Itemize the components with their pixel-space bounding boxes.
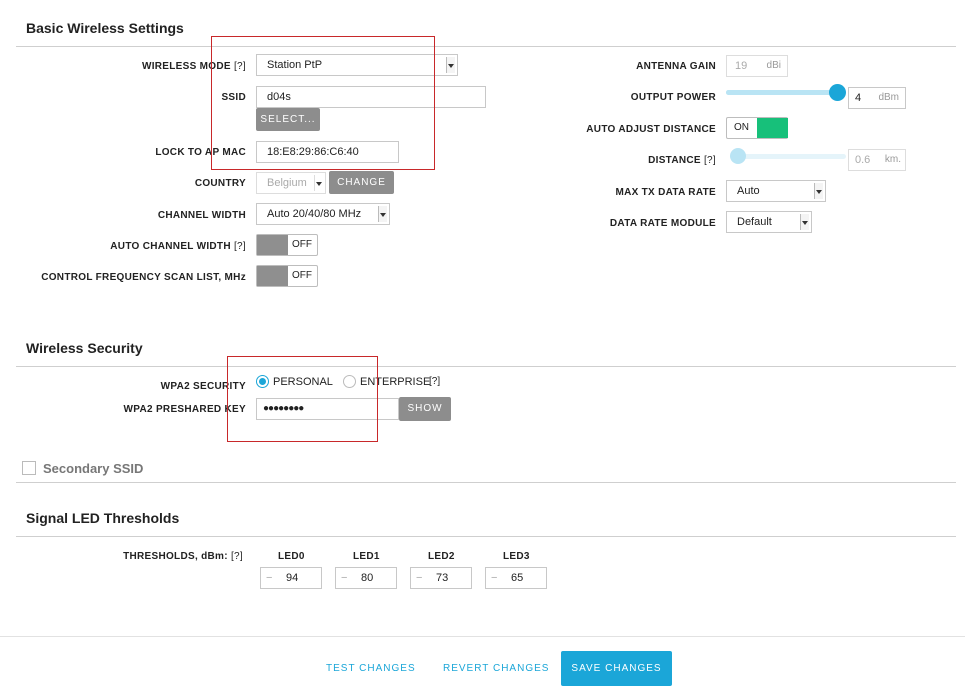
led2-input[interactable]: − 73 xyxy=(410,567,472,589)
save-changes-button[interactable]: SAVE CHANGES xyxy=(561,651,672,686)
output-power-slider-track[interactable] xyxy=(726,90,838,95)
toggle-knob xyxy=(257,235,288,255)
scan-list-label: CONTROL FREQUENCY SCAN LIST, MHz xyxy=(41,272,246,283)
led2-label: LED2 xyxy=(428,551,455,562)
minus-prefix: − xyxy=(341,572,348,584)
auto-adjust-distance-toggle[interactable]: ON xyxy=(726,117,788,139)
max-tx-rate-label: MAX TX DATA RATE xyxy=(615,187,716,198)
led0-value: 94 xyxy=(286,572,299,584)
data-rate-module-label: DATA RATE MODULE xyxy=(609,218,716,229)
chevron-down-icon xyxy=(446,57,455,73)
distance-input[interactable]: 0.6 km. xyxy=(848,149,906,171)
output-power-unit: dBm xyxy=(878,92,899,103)
help-link[interactable]: [?] xyxy=(231,551,243,562)
footer-divider xyxy=(0,636,965,637)
help-link[interactable]: [?] xyxy=(704,155,716,166)
antenna-gain-value: 19 xyxy=(735,60,748,72)
toggle-knob xyxy=(257,266,288,286)
antenna-gain-input[interactable]: 19 dBi xyxy=(726,55,788,77)
led3-input[interactable]: − 65 xyxy=(485,567,547,589)
led2-value: 73 xyxy=(436,572,449,584)
secondary-ssid-title[interactable]: Secondary SSID xyxy=(43,461,143,476)
revert-changes-button[interactable]: REVERT CHANGES xyxy=(443,663,549,674)
antenna-gain-label: ANTENNA GAIN xyxy=(636,61,716,72)
channel-width-value: Auto 20/40/80 MHz xyxy=(267,208,362,220)
data-rate-module-value: Default xyxy=(737,216,772,228)
output-power-slider-handle[interactable] xyxy=(828,84,846,101)
auto-channel-width-toggle[interactable]: OFF xyxy=(256,234,318,256)
distance-label: DISTANCE [?] xyxy=(648,155,716,166)
toggle-state: OFF xyxy=(292,270,312,281)
annotation-box xyxy=(227,356,378,442)
change-country-button[interactable]: CHANGE xyxy=(329,171,394,194)
minus-prefix: − xyxy=(491,572,498,584)
chevron-down-icon xyxy=(814,183,823,199)
minus-prefix: − xyxy=(266,572,273,584)
led3-value: 65 xyxy=(511,572,524,584)
annotation-box xyxy=(211,36,435,170)
led1-label: LED1 xyxy=(353,551,380,562)
secondary-ssid-checkbox[interactable] xyxy=(22,461,36,475)
help-link[interactable]: [?] xyxy=(234,241,246,252)
distance-unit: km. xyxy=(884,154,901,165)
channel-width-label: CHANNEL WIDTH xyxy=(157,210,246,221)
scan-list-toggle[interactable]: OFF xyxy=(256,265,318,287)
led0-input[interactable]: − 94 xyxy=(260,567,322,589)
chevron-down-icon xyxy=(800,214,809,230)
max-tx-rate-select[interactable]: Auto xyxy=(726,180,826,202)
led0-label: LED0 xyxy=(278,551,305,562)
auto-adjust-distance-label: AUTO ADJUST DISTANCE xyxy=(586,124,716,135)
divider xyxy=(16,46,956,47)
led1-input[interactable]: − 80 xyxy=(335,567,397,589)
chevron-down-icon xyxy=(314,175,323,191)
toggle-state: ON xyxy=(734,122,749,133)
minus-prefix: − xyxy=(416,572,423,584)
toggle-knob xyxy=(757,118,788,138)
country-label: COUNTRY xyxy=(194,178,246,189)
distance-slider-handle[interactable] xyxy=(730,148,746,164)
output-power-slider-fill xyxy=(726,90,838,95)
divider xyxy=(16,366,956,367)
chevron-down-icon xyxy=(378,206,387,222)
data-rate-module-select[interactable]: Default xyxy=(726,211,812,233)
output-power-value: 4 xyxy=(855,92,862,104)
basic-settings-title: Basic Wireless Settings xyxy=(26,20,184,36)
divider xyxy=(16,482,956,483)
thresholds-label: THRESHOLDS, dBm: [?] xyxy=(123,551,243,562)
show-key-button[interactable]: SHOW xyxy=(399,397,451,421)
led3-label: LED3 xyxy=(503,551,530,562)
distance-value: 0.6 xyxy=(855,154,871,166)
help-link[interactable]: [?] xyxy=(429,376,440,387)
channel-width-select[interactable]: Auto 20/40/80 MHz xyxy=(256,203,390,225)
max-tx-rate-value: Auto xyxy=(737,185,760,197)
output-power-input[interactable]: 4 dBm xyxy=(848,87,906,109)
country-select[interactable]: Belgium xyxy=(256,172,326,194)
output-power-label: OUTPUT POWER xyxy=(630,92,716,103)
divider xyxy=(16,536,956,537)
test-changes-button[interactable]: TEST CHANGES xyxy=(326,663,416,674)
led1-value: 80 xyxy=(361,572,374,584)
toggle-state: OFF xyxy=(292,239,312,250)
wireless-security-title: Wireless Security xyxy=(26,340,143,356)
led-thresholds-title: Signal LED Thresholds xyxy=(26,510,180,526)
distance-slider-track[interactable] xyxy=(730,154,846,159)
antenna-gain-unit: dBi xyxy=(766,60,781,71)
country-value: Belgium xyxy=(267,177,307,189)
auto-channel-width-label: AUTO CHANNEL WIDTH [?] xyxy=(110,241,246,252)
